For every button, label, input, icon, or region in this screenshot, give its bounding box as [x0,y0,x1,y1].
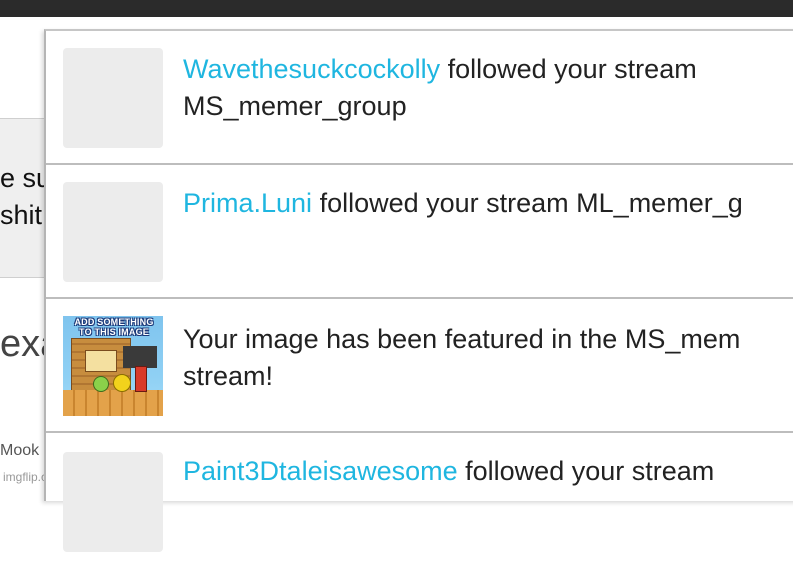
notification-text: followed your stream [440,54,697,84]
notification-item[interactable]: Wavethesuckcockolly followed your stream… [46,31,793,165]
thumbnail-character-red [135,366,147,392]
thumbnail-character-yellow [113,374,131,392]
notification-item[interactable]: Paint3Dtaleisawesome followed your strea… [46,433,793,565]
notification-message: Your image has been featured in the MS_m… [183,321,793,395]
notification-item[interactable]: ADD SOMETHING TO THIS IMAGE Your image h… [46,299,793,433]
background-text-line-2: shit [0,200,43,230]
notification-text: followed your stream [457,456,715,486]
notification-text-line-2: stream! [183,361,274,391]
top-navigation-bar [0,0,793,17]
notification-item[interactable]: Prima.Luni followed your stream ML_memer… [46,165,793,299]
notifications-dropdown: Wavethesuckcockolly followed your stream… [44,29,793,552]
notification-message: Prima.Luni followed your stream ML_memer… [183,185,793,222]
background-text-line-4: Mook [0,442,40,459]
notification-username-link[interactable]: Prima.Luni [183,188,312,218]
thumbnail-sign-shape [123,346,157,368]
featured-image-thumbnail[interactable]: ADD SOMETHING TO THIS IMAGE [63,316,163,416]
notification-username-link[interactable]: Paint3Dtaleisawesome [183,456,458,486]
thumbnail-window-shape [85,350,117,372]
notification-message: Paint3Dtaleisawesome followed your strea… [183,453,793,490]
notification-text-line-2: MS_memer_group [183,91,407,121]
thumbnail-character-green [93,376,109,392]
thumbnail-floor-shape [63,390,163,416]
notification-text: Your image has been featured in the MS_m… [183,324,741,354]
notification-message: Wavethesuckcockolly followed your stream… [183,51,793,125]
notification-username-link[interactable]: Wavethesuckcockolly [183,54,440,84]
thumbnail-caption: ADD SOMETHING TO THIS IMAGE [74,317,154,337]
notification-text: followed your stream ML_memer_g [312,188,743,218]
notification-avatar-placeholder [63,182,163,282]
background-card [0,118,46,278]
notification-avatar-placeholder [63,48,163,148]
notification-avatar-placeholder [63,452,163,552]
